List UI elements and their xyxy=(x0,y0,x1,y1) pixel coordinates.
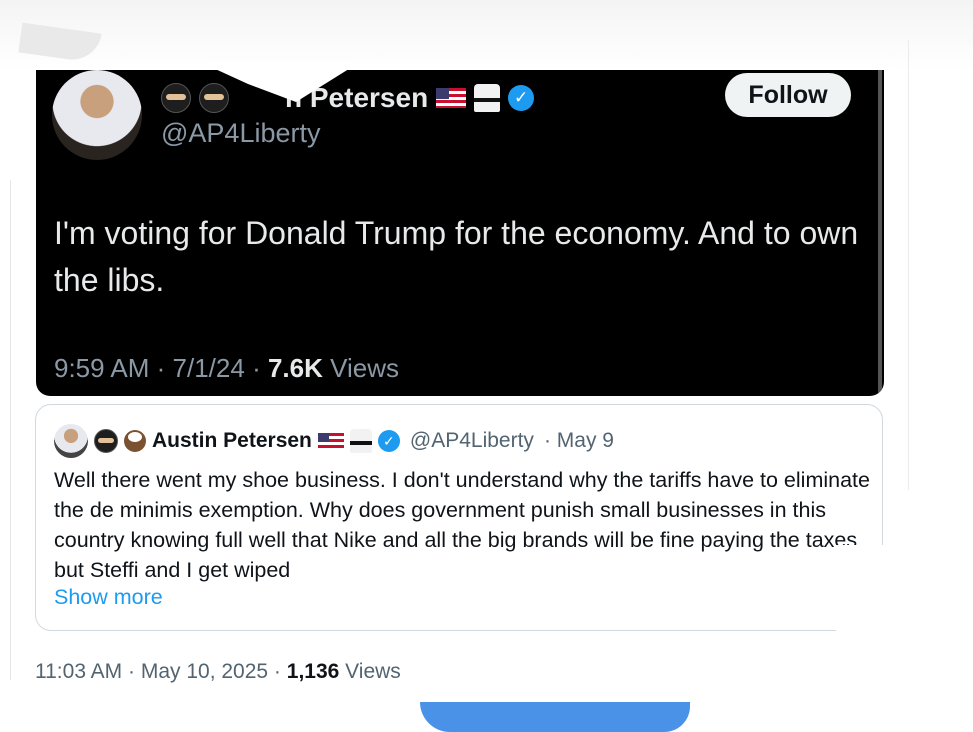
embedded-time: 9:59 AM xyxy=(54,353,150,383)
ninja-icon xyxy=(94,429,118,453)
embedded-tweet-screenshot: n Petersen ✓ @AP4Liberty Follow I'm voti… xyxy=(36,70,884,396)
quoted-tweet-card[interactable]: Austin Petersen ✓ @AP4Liberty · May 9 We… xyxy=(35,404,916,640)
us-flag-icon xyxy=(317,432,344,450)
embedded-tweet-text: I'm voting for Donald Trump for the econ… xyxy=(54,215,859,298)
verified-badge-icon: ✓ xyxy=(508,85,535,111)
us-flag-icon xyxy=(436,88,467,108)
ninja-icon xyxy=(161,83,191,113)
tweet-meta: 11:03 AM · May 10, 2025 · 1,136 Views xyxy=(35,660,401,684)
quoted-date[interactable]: · May 9 xyxy=(544,429,614,453)
quoted-tweet-text: Well there went my shoe business. I don'… xyxy=(54,468,870,582)
karate-gi-icon xyxy=(349,429,372,453)
torn-top-edge xyxy=(0,0,973,70)
embedded-avatar xyxy=(52,70,142,160)
quoted-handle[interactable]: @AP4Liberty xyxy=(410,429,534,453)
eagle-icon xyxy=(124,430,146,452)
tweet-time-date[interactable]: 11:03 AM · May 10, 2025 · xyxy=(35,660,281,683)
verified-badge-icon: ✓ xyxy=(377,430,400,452)
tweet-views-count: 1,136 xyxy=(286,660,340,683)
follow-button[interactable]: Follow xyxy=(725,73,851,117)
quoted-tweet-header: Austin Petersen ✓ @AP4Liberty · May 9 xyxy=(54,423,614,459)
embedded-scrollbar xyxy=(878,70,882,396)
karate-gi-icon xyxy=(474,84,501,112)
embedded-date: 7/1/24 xyxy=(172,353,245,383)
torn-cut xyxy=(836,545,916,640)
embedded-views-label: Views xyxy=(330,353,399,383)
embedded-handle: @AP4Liberty xyxy=(161,118,321,148)
blue-button-fragment xyxy=(420,702,690,732)
frame-right-border xyxy=(908,40,909,490)
show-more-link[interactable]: Show more xyxy=(54,585,163,610)
torn-bottom-edge xyxy=(0,690,430,730)
frame-left-border xyxy=(10,180,11,680)
embedded-name-row: n Petersen ✓ xyxy=(161,78,535,118)
embedded-views-count: 7.6K xyxy=(267,353,323,383)
meta-separator: · xyxy=(156,353,173,383)
quoted-avatar[interactable] xyxy=(54,424,88,458)
quoted-display-name[interactable]: Austin Petersen xyxy=(152,429,312,453)
embedded-tweet-meta: 9:59 AM · 7/1/24 · 7.6K Views xyxy=(54,353,399,384)
tweet-views-label: Views xyxy=(345,660,401,683)
sword-icon xyxy=(199,83,229,113)
meta-separator: · xyxy=(252,353,268,383)
